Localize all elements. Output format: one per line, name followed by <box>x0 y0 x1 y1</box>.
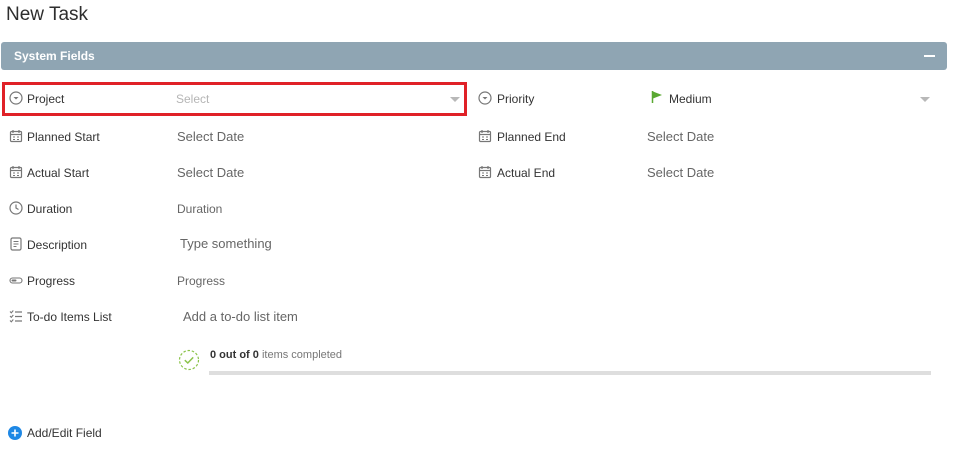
duration-input[interactable]: Duration <box>177 202 222 216</box>
priority-value: Medium <box>669 92 712 106</box>
todo-progress-bar <box>209 371 931 375</box>
system-fields-header[interactable]: System Fields <box>1 42 947 70</box>
checklist-icon <box>9 309 23 323</box>
project-field-highlight <box>2 82 467 116</box>
actual-end-date-picker[interactable]: Select Date <box>647 165 714 180</box>
actual-start-date-picker[interactable]: Select Date <box>177 165 244 180</box>
section-title: System Fields <box>14 49 95 63</box>
document-icon <box>9 237 23 251</box>
chevron-down-icon <box>920 97 930 102</box>
todo-completion-summary: 0 out of 0 items completed <box>210 349 342 361</box>
planned-end-date-picker[interactable]: Select Date <box>647 129 714 144</box>
planned-end-label: Planned End <box>497 130 566 144</box>
actual-start-label: Actual Start <box>27 166 90 180</box>
add-todo-item-input[interactable]: Add a to-do list item <box>183 309 298 324</box>
actual-end-label: Actual End <box>497 166 556 180</box>
flag-icon <box>651 90 663 104</box>
planned-start-date-picker[interactable]: Select Date <box>177 129 244 144</box>
calendar-icon <box>478 165 492 179</box>
priority-select[interactable]: Medium <box>645 86 935 110</box>
clock-icon <box>9 201 23 215</box>
page-title: New Task <box>6 4 89 25</box>
planned-start-label: Planned Start <box>27 130 100 144</box>
todo-label: To-do Items List <box>27 310 112 324</box>
progress-input[interactable]: Progress <box>177 274 225 288</box>
progress-bar-icon <box>9 273 23 287</box>
add-edit-field-button[interactable]: Add/Edit Field <box>27 426 102 440</box>
duration-label: Duration <box>27 202 73 216</box>
add-circle-icon[interactable] <box>8 426 22 440</box>
description-label: Description <box>27 238 88 252</box>
dropdown-circle-icon <box>478 91 492 105</box>
collapse-section-button[interactable] <box>924 55 935 57</box>
check-circle-icon <box>178 349 200 371</box>
calendar-icon <box>9 129 23 143</box>
todo-completed-count: 0 out of 0 <box>210 349 259 361</box>
description-textarea[interactable]: Type something <box>180 236 272 251</box>
priority-label: Priority <box>497 92 535 106</box>
calendar-icon <box>9 165 23 179</box>
calendar-icon <box>478 129 492 143</box>
progress-label: Progress <box>27 274 76 288</box>
todo-completed-suffix: items completed <box>261 349 343 361</box>
